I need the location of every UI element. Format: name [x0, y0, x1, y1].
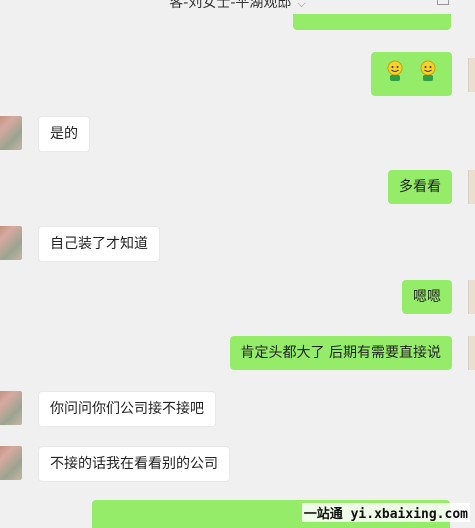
message-bubble[interactable]: 多看看: [388, 170, 452, 204]
message-bubble[interactable]: 自己装了才知道: [38, 226, 160, 262]
chat-title[interactable]: 客-刘女士-平湖观邸 ⌵: [0, 0, 475, 15]
message-bubble[interactable]: 是的: [38, 116, 90, 152]
self-avatar[interactable]: [468, 280, 475, 314]
message-bubble[interactable]: 你问问你们公司接不接吧: [38, 391, 216, 427]
watermark: 一站通 yi.xbaixing.com: [301, 503, 470, 522]
contact-avatar[interactable]: [0, 446, 22, 480]
message-bubble[interactable]: 肯定头都大了 后期有需要直接说: [229, 336, 452, 370]
contact-avatar[interactable]: [0, 116, 22, 150]
self-avatar[interactable]: [468, 170, 475, 204]
emoji-message-bubble[interactable]: [371, 52, 452, 96]
message-bubble[interactable]: 嗯嗯: [402, 280, 452, 314]
contact-avatar[interactable]: [0, 391, 22, 425]
smile-face-icon: [387, 60, 403, 81]
self-avatar[interactable]: [468, 58, 475, 92]
chat-title-text: 客-刘女士-平湖观邸: [169, 0, 292, 11]
self-avatar[interactable]: [468, 336, 475, 370]
contact-avatar[interactable]: [0, 226, 22, 260]
window-control-icon[interactable]: [437, 0, 449, 5]
message-bubble-partial[interactable]: [293, 14, 451, 30]
chevron-down-icon[interactable]: ⌵: [297, 0, 305, 10]
message-bubble[interactable]: 不接的话我在看看别的公司: [38, 446, 230, 482]
smile-face-icon: [420, 60, 436, 81]
